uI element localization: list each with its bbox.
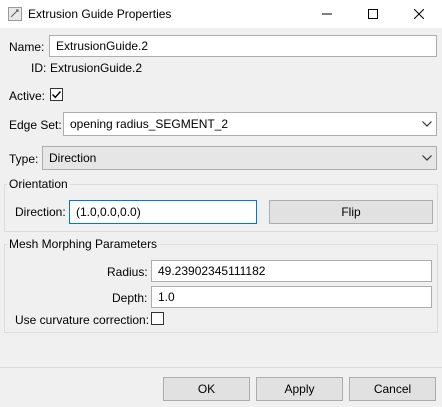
checkmark-icon (52, 91, 62, 99)
mesh-morphing-group-title: Mesh Morphing Parameters (7, 237, 160, 251)
edge-set-dropdown[interactable]: opening radius_SEGMENT_2 (63, 112, 437, 136)
edge-set-label: Edge Set: (9, 118, 62, 132)
active-checkbox[interactable] (50, 88, 63, 101)
name-field[interactable]: ExtrusionGuide.2 (49, 35, 437, 57)
minimize-icon (322, 13, 332, 15)
minimize-button[interactable] (304, 0, 350, 28)
name-label: Name: (9, 40, 45, 54)
curvature-checkbox[interactable] (151, 312, 164, 325)
radius-label: Radius: (107, 265, 148, 279)
orientation-group-title: Orientation (7, 177, 70, 191)
chevron-down-icon (422, 155, 432, 161)
ok-button[interactable]: OK (163, 377, 250, 401)
depth-label: Depth: (112, 291, 148, 305)
direction-label: Direction: (15, 205, 66, 219)
edge-set-value: opening radius_SEGMENT_2 (70, 117, 229, 131)
radius-field[interactable]: 49.23902345111182 (151, 260, 432, 282)
window-title: Extrusion Guide Properties (28, 7, 172, 21)
chevron-down-icon (422, 121, 432, 127)
depth-field[interactable]: 1.0 (151, 286, 432, 308)
curvature-label: Use curvature correction: (15, 313, 150, 327)
direction-field[interactable]: (1.0,0.0,0.0) (69, 200, 257, 224)
type-dropdown[interactable]: Direction (42, 146, 437, 170)
footer-separator (0, 367, 442, 368)
flip-button[interactable]: Flip (269, 200, 433, 224)
title-bar: Extrusion Guide Properties (0, 0, 442, 28)
active-label: Active: (9, 89, 46, 103)
close-icon (414, 9, 424, 19)
cancel-button[interactable]: Cancel (349, 377, 436, 401)
maximize-icon (368, 9, 378, 19)
close-button[interactable] (396, 0, 442, 28)
apply-button[interactable]: Apply (256, 377, 343, 401)
maximize-button[interactable] (350, 0, 396, 28)
properties-window-icon (8, 7, 22, 21)
type-label: Type: (9, 152, 39, 166)
id-label: ID: (31, 61, 47, 75)
id-value: ExtrusionGuide.2 (50, 61, 143, 75)
type-value: Direction (49, 151, 97, 165)
